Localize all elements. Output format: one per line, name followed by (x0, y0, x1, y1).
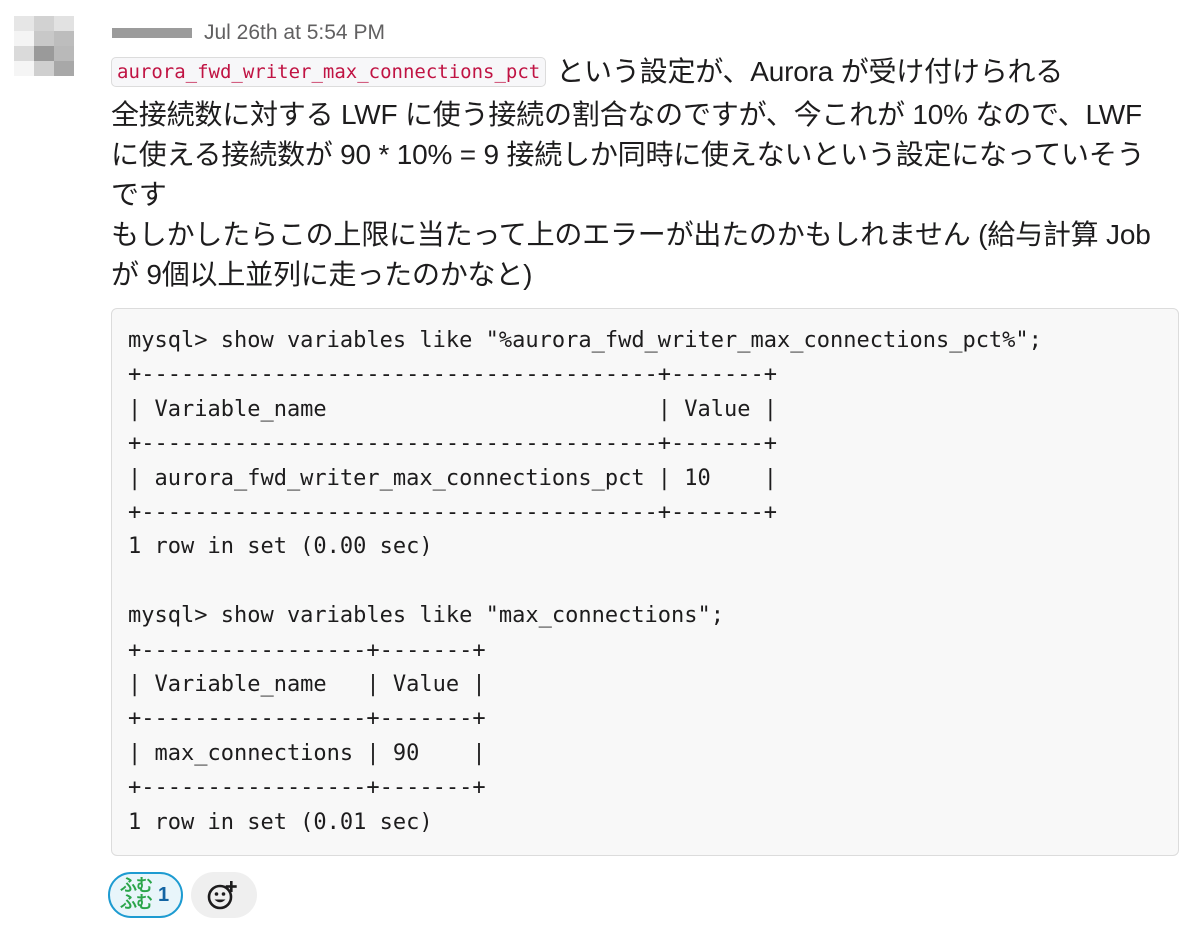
message-header: Jul 26th at 5:54 PM (112, 18, 385, 48)
fumu-fumu-emoji-icon: ふむ ふむ (120, 878, 153, 913)
code-block: mysql> show variables like "%aurora_fwd_… (111, 308, 1179, 856)
timestamp[interactable]: Jul 26th at 5:54 PM (204, 21, 385, 45)
message-line-1: aurora_fwd_writer_max_connections_pct という… (111, 52, 1189, 95)
avatar[interactable] (14, 16, 94, 76)
message-line-2: 全接続数に対する LWF に使う接続の割合なのですが、今これが 10% なので、… (111, 99, 1142, 130)
reaction-fumu-fumu[interactable]: ふむ ふむ 1 (108, 872, 184, 918)
inline-code: aurora_fwd_writer_max_connections_pct (111, 57, 547, 87)
message-line-3: に使える接続数が 90 * 10% = 9 接続しか同時に使えないという設定にな… (111, 139, 1145, 170)
message-line-5: もしかしたらこの上限に当たって上のエラーが出たのかもしれません (給与計算 Jo… (111, 219, 1151, 250)
add-reaction-button[interactable] (191, 872, 258, 918)
code-block-content: mysql> show variables like "%aurora_fwd_… (128, 328, 1042, 835)
message-body: aurora_fwd_writer_max_connections_pct という… (111, 52, 1189, 295)
emoji-bottom-text: ふむ (120, 893, 153, 913)
message-text: という設定が、Aurora が受け付けられる (556, 56, 1064, 87)
message-line-6: が 9個以上並列に走ったのかなと) (111, 259, 533, 290)
add-reaction-icon (207, 881, 237, 910)
reaction-count: 1 (158, 883, 170, 906)
message-line-4: です (111, 179, 167, 210)
sender-name[interactable] (112, 28, 192, 38)
reactions-bar: ふむ ふむ 1 (108, 872, 258, 918)
